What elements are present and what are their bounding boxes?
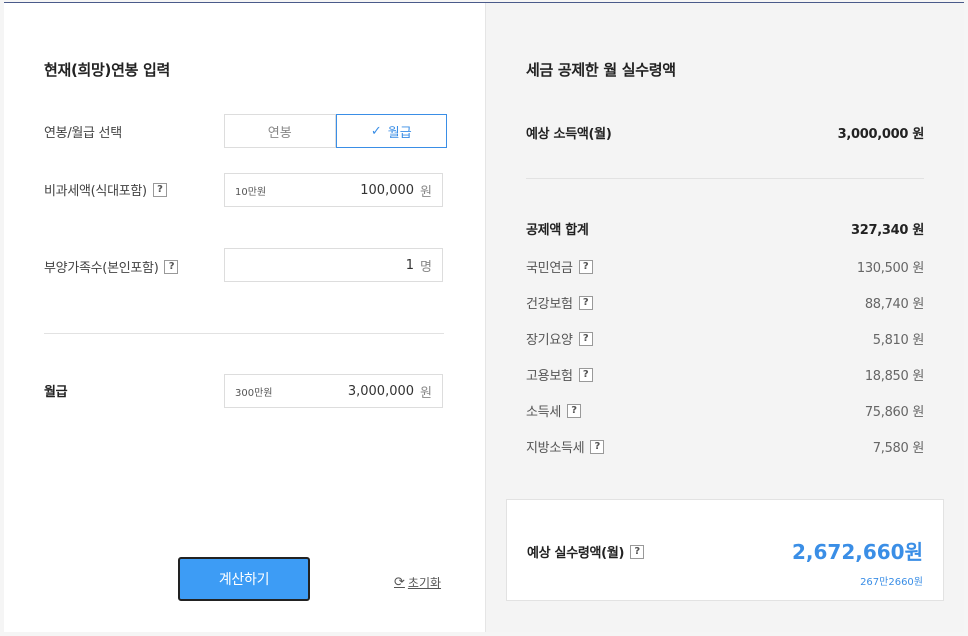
salary-type-monthly-option[interactable]: ✓ 월급	[335, 114, 447, 148]
deduction-row: 건강보험? 88,740 원	[526, 295, 924, 312]
net-amount-korean: 267만2660원	[860, 577, 923, 588]
check-icon: ✓	[370, 123, 382, 139]
input-divider	[44, 333, 444, 334]
nontax-input[interactable]: 10만원 100,000 원	[224, 173, 443, 207]
deduction-row: 국민연금? 130,500 원	[526, 259, 924, 276]
salary-type-toggle: 연봉 ✓ 월급	[224, 114, 447, 148]
result-divider	[526, 178, 924, 179]
help-icon[interactable]: ?	[578, 331, 593, 346]
deduction-row: 지방소득세? 7,580 원	[526, 439, 924, 456]
result-panel-title: 세금 공제한 월 실수령액	[526, 61, 676, 79]
dependents-value: 1	[405, 257, 415, 273]
nontax-label: 비과세액(식대포함) ?	[44, 180, 167, 199]
help-icon[interactable]: ?	[566, 403, 581, 418]
salary-type-annual-option[interactable]: 연봉	[224, 114, 336, 148]
help-icon[interactable]: ?	[578, 295, 593, 310]
reset-icon: ⟳	[394, 575, 405, 590]
help-icon[interactable]: ?	[630, 544, 645, 559]
salary-input[interactable]: 300만원 3,000,000 원	[224, 374, 443, 408]
salary-calculator: 현재(희망)연봉 입력 연봉/월급 선택 연봉 ✓ 월급 비과세액(식대포함) …	[4, 2, 964, 632]
net-amount: 2,672,660원	[791, 540, 923, 564]
salary-hint: 300만원	[235, 387, 273, 399]
net-result-box: 예상 실수령액(월) ? 2,672,660원 267만2660원	[506, 499, 944, 601]
help-icon[interactable]: ?	[578, 259, 593, 274]
help-icon[interactable]: ?	[590, 439, 605, 454]
dependents-unit: 명	[420, 259, 432, 275]
salary-type-label: 연봉/월급 선택	[44, 126, 122, 141]
help-icon[interactable]: ?	[164, 259, 179, 274]
input-panel-title: 현재(희망)연봉 입력	[44, 61, 171, 79]
calculate-button[interactable]: 계산하기	[178, 557, 310, 601]
input-panel: 현재(희망)연봉 입력 연봉/월급 선택 연봉 ✓ 월급 비과세액(식대포함) …	[4, 3, 485, 632]
nontax-value: 100,000	[360, 182, 415, 198]
dependents-label: 부양가족수(본인포함) ?	[44, 257, 179, 276]
nontax-unit: 원	[420, 184, 432, 200]
reset-link[interactable]: ⟳ 초기화	[394, 574, 441, 591]
dependents-input[interactable]: 1 명	[224, 248, 443, 282]
result-panel: 세금 공제한 월 실수령액 예상 소득액(월) 3,000,000 원 공제액 …	[485, 3, 964, 632]
nontax-hint: 10만원	[235, 186, 267, 198]
deduction-row: 소득세? 75,860 원	[526, 403, 924, 420]
deduction-row: 장기요양? 5,810 원	[526, 331, 924, 348]
expected-income-row: 예상 소득액(월) 3,000,000 원	[526, 127, 924, 142]
deduction-row: 고용보험? 18,850 원	[526, 367, 924, 384]
deduction-total-row: 공제액 합계 327,340 원	[526, 223, 924, 238]
salary-value: 3,000,000	[347, 383, 415, 399]
help-icon[interactable]: ?	[578, 367, 593, 382]
net-label: 예상 실수령액(월) ?	[527, 542, 645, 561]
help-icon[interactable]: ?	[152, 182, 167, 197]
salary-unit: 원	[420, 385, 432, 401]
salary-label: 월급	[44, 385, 68, 400]
